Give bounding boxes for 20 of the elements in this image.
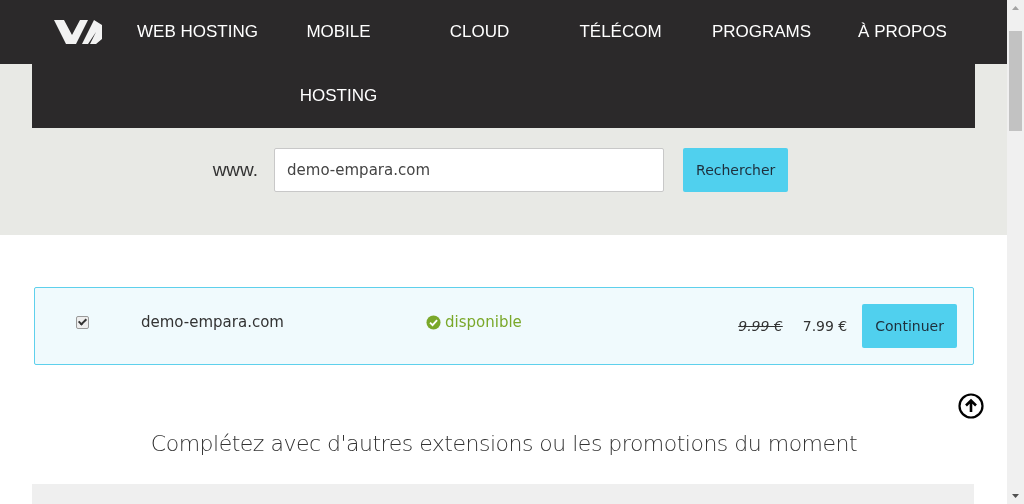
availability-status: disponible: [445, 313, 522, 331]
nav-link[interactable]: WEB HOSTING: [127, 0, 268, 64]
domain-field[interactable]: demo-empara.com: [274, 148, 665, 192]
checkbox[interactable]: [75, 315, 89, 329]
price: 7.99 €: [802, 318, 848, 334]
nav-link[interactable]: CLOUD: [409, 0, 550, 64]
domain-prefix: www.: [212, 159, 259, 181]
check-circle-icon: [426, 314, 441, 330]
old-price: 9.99 €: [738, 318, 783, 334]
scrollbar-thumb[interactable]: [1009, 31, 1022, 131]
nav-link[interactable]: TÉLÉCOM: [550, 0, 691, 64]
nav-link[interactable]: PROGRAMS: [691, 0, 832, 64]
nav-link[interactable]: À PROPOS: [832, 0, 973, 64]
domain-name: demo-empara.com: [141, 313, 285, 331]
nav-link[interactable]: MOBILE HOSTING: [268, 0, 409, 128]
continue-button[interactable]: Continuer: [862, 304, 957, 348]
search-button[interactable]: Rechercher: [683, 148, 789, 192]
scroll-up-icon[interactable]: [958, 393, 984, 419]
logo-icon[interactable]: [52, 17, 104, 47]
section-heading: Complétez avec d'autres extensions ou les promotions du moment: [149, 431, 859, 456]
